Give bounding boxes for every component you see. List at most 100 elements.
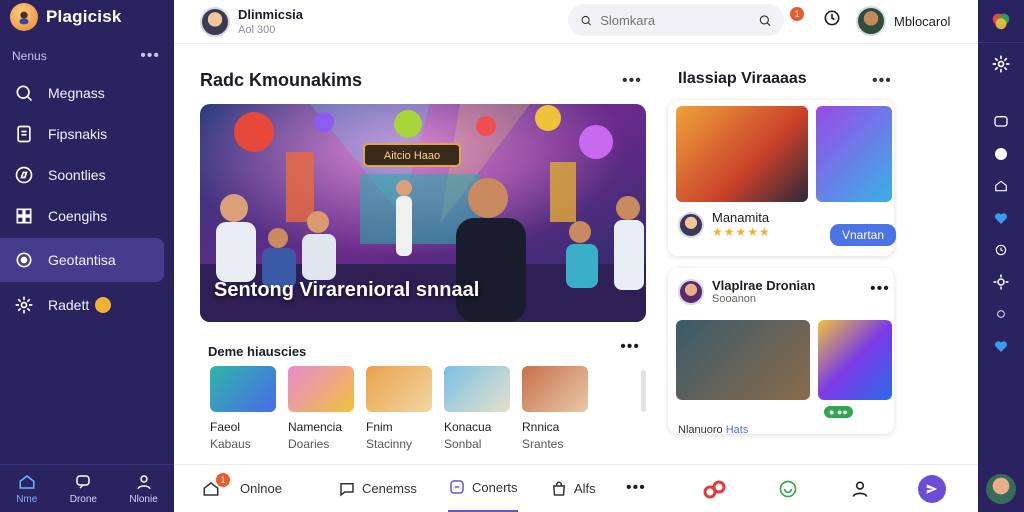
notification-icon[interactable]: 1 [790, 7, 808, 27]
profile-icon [136, 474, 151, 489]
search-icon [581, 15, 592, 25]
sidebar-item-5[interactable]: Radett [0, 284, 174, 325]
flower-icon[interactable] [990, 10, 1012, 32]
channel-footer: Nlanuoro Hats [678, 424, 748, 436]
channel-image [818, 320, 892, 400]
featured-more-icon[interactable]: ••• [622, 72, 642, 90]
refresh-icon[interactable] [778, 479, 798, 499]
sidebar-nav: Megnass Fipsnakis Soontlies Coengihs Geo… [0, 72, 174, 325]
heart-icon[interactable] [990, 335, 1012, 357]
channel-card[interactable]: Vlaplrae Dronian Sooanon ••• ● ●● Nlanuo… [668, 268, 894, 436]
list-item[interactable]: Rnnica Srantes [522, 366, 588, 451]
channel-row: Vlaplrae Dronian Sooanon [678, 278, 815, 305]
tab-online[interactable]: 1 Onlnoe [202, 465, 282, 512]
creator-row: Manamita ★★★★★ [678, 210, 771, 239]
episode-title: Konacua [444, 420, 492, 434]
explore-icon [14, 165, 34, 185]
clock-icon[interactable] [990, 239, 1012, 261]
episode-title: Rnnica [522, 420, 560, 434]
right-rail [978, 0, 1024, 512]
episode-thumbnail [288, 366, 354, 412]
list-item[interactable]: Konacua Sonbal [444, 366, 510, 451]
tab-drone[interactable]: Drone [70, 473, 97, 505]
gear-icon [14, 295, 34, 315]
tab-concerts[interactable]: Conerts [448, 465, 518, 512]
search-submit-icon[interactable] [758, 12, 772, 29]
brand[interactable]: Plagicisk [0, 0, 174, 34]
episodes-more-icon[interactable]: ••• [620, 338, 640, 356]
footer-link[interactable]: Hats [726, 424, 749, 436]
avatar[interactable] [986, 474, 1016, 504]
user-avatar [856, 6, 886, 36]
footer-label: Nlanuoro [678, 424, 723, 436]
tab-label: Conerts [472, 479, 518, 495]
dot-icon[interactable] [990, 303, 1012, 325]
notification-badge: 1 [790, 7, 804, 21]
live-badge: ● ●● [824, 406, 853, 418]
more-tabs-icon[interactable]: ••• [626, 479, 646, 497]
list-item[interactable]: Fnim Stacinny [366, 366, 432, 451]
sidebar-item-4[interactable]: Geotantisa [0, 238, 164, 282]
concert-icon [450, 480, 464, 494]
home-icon [19, 474, 35, 489]
episode-title: Faeol [210, 420, 241, 434]
main-content: Radc Kmounakims ••• Aitcio Haao Sentong … [174, 44, 978, 464]
episode-subtitle: Kabaus [210, 437, 251, 451]
card-image [816, 106, 892, 202]
chat-icon [76, 474, 91, 489]
avatar [200, 6, 230, 37]
channel-name: Vlaplrae Dronian [712, 278, 816, 293]
search-bar[interactable] [568, 4, 784, 36]
side-title: Ilassiap Viraaaas [678, 70, 807, 87]
chat-icon[interactable] [990, 111, 1012, 133]
person-icon[interactable] [850, 479, 870, 499]
tab-alfs[interactable]: Alfs [550, 465, 596, 512]
app-title: Plagicisk [46, 7, 122, 26]
creator-card[interactable]: Manamita ★★★★★ Vnartan [668, 100, 897, 256]
menu-more-icon[interactable]: ••• [140, 47, 160, 65]
link-icon[interactable] [702, 479, 728, 501]
sidebar-item-label: Radett [48, 296, 90, 313]
episodes-scrollbar[interactable] [641, 370, 646, 412]
tab-label: Drone [69, 493, 97, 505]
channel-more-icon[interactable]: ••• [870, 280, 890, 298]
grid-icon [14, 206, 34, 226]
header-actions: 1 [790, 7, 842, 28]
app-window: Plagicisk Nenus ••• Megnass Fipsnakis So… [0, 0, 1024, 512]
document-icon [14, 124, 34, 144]
tab-cenemss[interactable]: Cenemss [338, 465, 417, 512]
heart-icon[interactable] [990, 207, 1012, 229]
tab-home[interactable]: Nme [16, 473, 37, 505]
tab-label: Nlonie [129, 493, 158, 505]
sidebar-item-3[interactable]: Coengihs [0, 195, 174, 236]
circle-icon[interactable] [990, 143, 1012, 165]
user-menu[interactable]: Mblocarol [856, 6, 950, 36]
status-badge [95, 296, 112, 313]
episode-subtitle: Doaries [288, 437, 330, 451]
sidebar-item-0[interactable]: Megnass [0, 72, 174, 113]
message-icon [340, 482, 354, 497]
list-item[interactable]: Namencia Doaries [288, 366, 354, 451]
episodes-list: Faeol Kabaus Namencia Doaries Fnim Staci… [210, 366, 588, 451]
episode-thumbnail [366, 366, 432, 412]
settings-icon[interactable] [990, 53, 1012, 75]
clock-icon[interactable] [822, 8, 842, 28]
home-icon[interactable] [990, 175, 1012, 197]
page-identity[interactable]: Dlinmicsia Aol 300 [200, 6, 303, 37]
list-item[interactable]: Faeol Kabaus [210, 366, 276, 451]
hero-image[interactable]: Aitcio Haao Sentong Virarenioral snnaal [200, 104, 646, 322]
episodes-title: Deme hiauscies [208, 344, 307, 359]
tab-profile[interactable]: Nlonie [129, 473, 158, 505]
episode-subtitle: Stacinny [366, 437, 413, 451]
sidebar-item-2[interactable]: Soontlies [0, 154, 174, 195]
search-input[interactable] [600, 12, 751, 28]
bag-icon [552, 481, 566, 496]
compose-button[interactable] [918, 475, 946, 503]
gear-icon[interactable] [990, 271, 1012, 293]
sidebar: Plagicisk Nenus ••• Megnass Fipsnakis So… [0, 0, 174, 512]
sidebar-bottom-tabs: Nme Drone Nlonie [0, 464, 174, 512]
sidebar-item-1[interactable]: Fipsnakis [0, 113, 174, 154]
tab-label: Cenemss [362, 481, 417, 496]
side-more-icon[interactable]: ••• [872, 72, 892, 90]
view-button[interactable]: Vnartan [830, 224, 897, 246]
